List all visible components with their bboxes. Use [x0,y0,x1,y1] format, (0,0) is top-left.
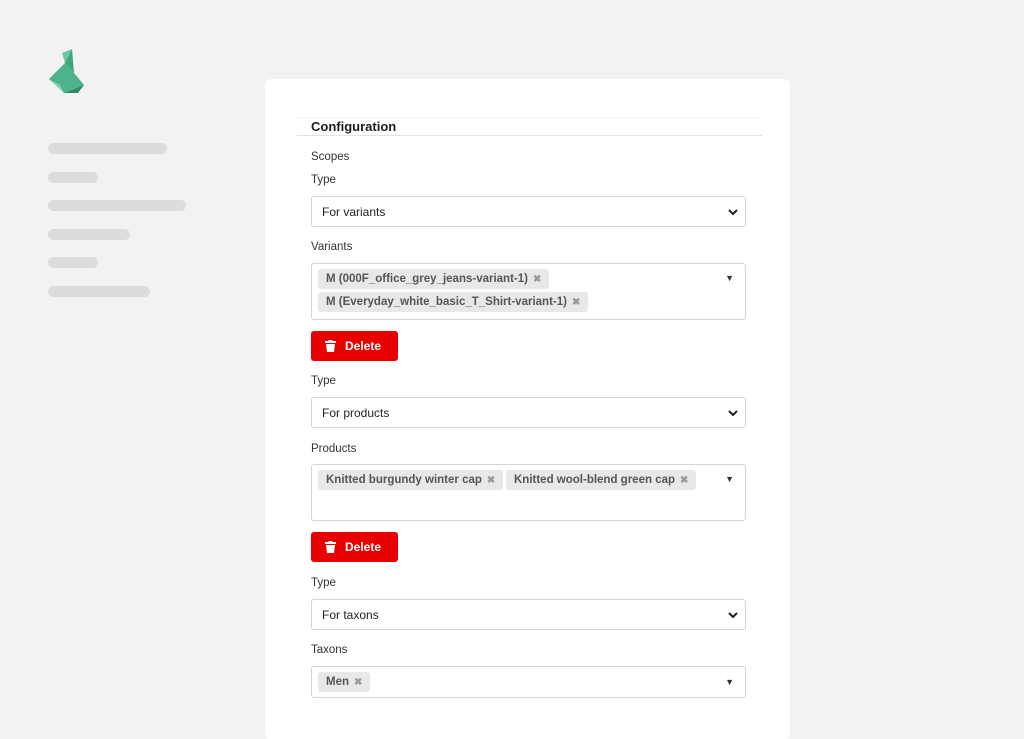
product-chip: Knitted burgundy winter cap ✖ [318,470,504,491]
delete-scope-button[interactable]: Delete [311,331,398,361]
chip-label: Knitted burgundy winter cap [326,474,482,486]
scope-type-select[interactable]: For taxons [311,599,746,630]
type-label: Type [311,375,336,387]
close-icon[interactable]: ✖ [487,471,495,491]
delete-label: Delete [345,540,382,554]
delete-label: Delete [345,339,382,353]
sidebar-placeholder-4 [48,229,130,240]
chip-label: M (Everyday_white_basic_T_Shirt-variant-… [326,296,567,308]
variant-chip: M (000F_office_grey_jeans-variant-1) ✖ [318,269,550,290]
close-icon[interactable]: ✖ [533,270,541,290]
configuration-panel: Configuration Scopes Type For variants V… [265,79,790,739]
chip-label: M (000F_office_grey_jeans-variant-1) [326,273,528,285]
caret-down-icon[interactable]: ▼ [725,474,734,484]
variants-multiselect[interactable]: M (000F_office_grey_jeans-variant-1) ✖ M … [311,263,746,320]
type-label: Type [311,174,336,186]
chip-label: Men [326,676,349,688]
close-icon[interactable]: ✖ [354,673,362,693]
sidebar-placeholder-6 [48,286,150,297]
taxons-label: Taxons [311,644,348,656]
sidebar-placeholder-1 [48,143,167,154]
section-title: Configuration [311,119,397,134]
chevron-down-icon [728,209,738,216]
variants-label: Variants [311,241,353,253]
swan-logo-icon [49,49,84,93]
taxons-multiselect[interactable]: Men ✖ ▼ [311,666,746,698]
caret-down-icon[interactable]: ▼ [725,273,734,283]
sidebar-placeholder-2 [48,172,98,183]
product-chip: Knitted wool-blend green cap ✖ [506,470,697,491]
trash-icon [325,541,336,553]
scope-type-select[interactable]: For variants [311,196,746,227]
chevron-down-icon [728,410,738,417]
trash-icon [325,340,336,352]
type-label: Type [311,577,336,589]
scope-type-value: For taxons [322,608,379,622]
sidebar-placeholder-3 [48,200,186,211]
close-icon[interactable]: ✖ [572,293,580,313]
caret-down-icon[interactable]: ▼ [725,677,734,687]
section-divider [297,135,762,136]
scope-type-value: For products [322,406,390,420]
scope-type-select[interactable]: For products [311,397,746,428]
delete-scope-button[interactable]: Delete [311,532,398,562]
products-multiselect[interactable]: Knitted burgundy winter cap ✖ Knitted woo… [311,464,746,521]
variant-chip: M (Everyday_white_basic_T_Shirt-variant-… [318,292,589,313]
scope-type-value: For variants [322,205,386,219]
chevron-down-icon [728,612,738,619]
section-topline [297,117,762,118]
products-label: Products [311,443,357,455]
close-icon[interactable]: ✖ [680,471,688,491]
chip-label: Knitted wool-blend green cap [514,474,676,486]
sidebar-placeholder-5 [48,257,98,268]
taxon-chip: Men ✖ [318,672,371,693]
scopes-label: Scopes [311,151,350,163]
